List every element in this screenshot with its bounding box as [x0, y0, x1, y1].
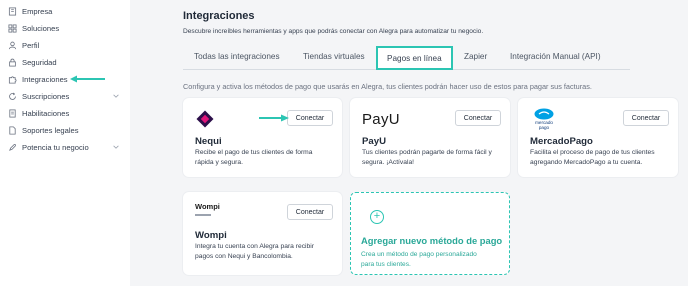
building-icon	[8, 6, 17, 16]
card-description: Facilita el proceso de pago de tus clien…	[530, 149, 655, 166]
add-method-title: Agregar nuevo método de pago	[361, 235, 503, 246]
sidebar-item-seguridad[interactable]: Seguridad	[8, 55, 126, 69]
sidebar-item-habilitaciones[interactable]: Habilitaciones	[8, 106, 126, 120]
sidebar-item-integraciones[interactable]: Integraciones	[8, 72, 126, 86]
card-description: Recibe el pago de tus clientes de forma …	[195, 149, 313, 166]
sidebar-item-soportes-legales[interactable]: Soportes legales	[8, 123, 126, 137]
payment-card-wompi: Wompi Wompi Integra tu cuenta con Alegra…	[183, 192, 342, 275]
sidebar-item-label: Empresa	[22, 6, 53, 16]
payment-card-payu: PayU PayU Tus clientes podrán pagarte de…	[350, 98, 510, 177]
wompi-logo-mark	[195, 214, 211, 216]
chevron-down-icon[interactable]	[112, 143, 120, 151]
sidebar-item-label: Potencia tu negocio	[22, 142, 89, 152]
card-name: Wompi	[195, 230, 227, 241]
annotation-arrow-icon	[259, 114, 289, 122]
main-content: Integraciones Descubre increíbles herram…	[130, 0, 688, 286]
sidebar-item-empresa[interactable]: Empresa	[8, 4, 126, 18]
tab-todas-las-integraciones[interactable]: Todas las integraciones	[194, 52, 280, 61]
connect-button-nequi[interactable]: Conectar	[287, 110, 333, 126]
user-icon	[8, 41, 17, 50]
mercadopago-logo-text: mercado pago	[535, 120, 553, 130]
payu-logo: PayU	[362, 108, 400, 130]
wompi-logo-text: Wompi	[195, 202, 220, 211]
page-subtitle: Descubre increíbles herramientas y apps …	[183, 28, 484, 35]
nequi-logo	[195, 108, 215, 130]
puzzle-icon	[8, 75, 17, 84]
tab-pagos-en-linea[interactable]: Pagos en línea	[376, 46, 453, 70]
sidebar-item-label: Integraciones	[22, 74, 68, 84]
chevron-down-icon[interactable]	[112, 92, 120, 100]
connect-button-wompi[interactable]: Conectar	[287, 204, 333, 220]
mercadopago-logo: mercado pago	[530, 108, 558, 130]
payment-card-nequi: Nequi Recibe el pago de tus clientes de …	[183, 98, 342, 177]
sidebar-item-suscripciones[interactable]: Suscripciones	[8, 89, 126, 103]
payment-card-mercadopago: mercado pago MercadoPago Facilita el pro…	[518, 98, 678, 177]
card-name: PayU	[362, 136, 386, 147]
connect-button-payu[interactable]: Conectar	[455, 110, 501, 126]
sidebar-item-label: Perfil	[22, 40, 40, 50]
sidebar-item-label: Habilitaciones	[22, 108, 70, 118]
sidebar-item-soluciones[interactable]: Soluciones	[8, 21, 126, 35]
card-name: Nequi	[195, 136, 222, 147]
sidebar-item-label: Seguridad	[22, 57, 57, 67]
page-title: Integraciones	[183, 10, 255, 22]
sidebar-item-perfil[interactable]: Perfil	[8, 38, 126, 52]
refresh-icon	[8, 92, 17, 101]
grid-icon	[8, 23, 17, 33]
tab-bar: Todas las integraciones Tiendas virtuale…	[183, 46, 630, 70]
sidebar-item-label: Suscripciones	[22, 91, 70, 101]
plus-icon: +	[370, 210, 384, 224]
tab-integracion-manual-api[interactable]: Integración Manual (API)	[510, 52, 601, 61]
annotation-arrow-icon	[70, 75, 105, 83]
sidebar-item-label: Soluciones	[22, 23, 60, 33]
intro-text: Configura y activa los métodos de pago q…	[183, 82, 592, 91]
card-description: Tus clientes podrán pagarte de forma fác…	[362, 149, 492, 166]
file-icon	[8, 125, 17, 135]
lock-icon	[8, 58, 17, 67]
sidebar-item-potencia-tu-negocio[interactable]: Potencia tu negocio	[8, 140, 126, 154]
payu-logo-text: PayU	[362, 110, 400, 128]
sidebar: Empresa Soluciones Perfil Seguridad Inte…	[0, 0, 130, 286]
tab-zapier[interactable]: Zapier	[464, 52, 487, 61]
rocket-icon	[8, 143, 17, 152]
card-description: Integra tu cuenta con Alegra para recibi…	[195, 243, 314, 260]
sidebar-item-label: Soportes legales	[22, 125, 79, 135]
connect-button-mercadopago[interactable]: Conectar	[623, 110, 669, 126]
wompi-logo: Wompi	[195, 202, 220, 224]
document-icon	[8, 108, 17, 118]
add-method-description: Crea un método de pago personalizado par…	[361, 251, 477, 268]
add-payment-method-card[interactable]: + Agregar nuevo método de pago Crea un m…	[350, 192, 510, 275]
tab-tiendas-virtuales[interactable]: Tiendas virtuales	[303, 52, 365, 61]
card-name: MercadoPago	[530, 136, 593, 147]
